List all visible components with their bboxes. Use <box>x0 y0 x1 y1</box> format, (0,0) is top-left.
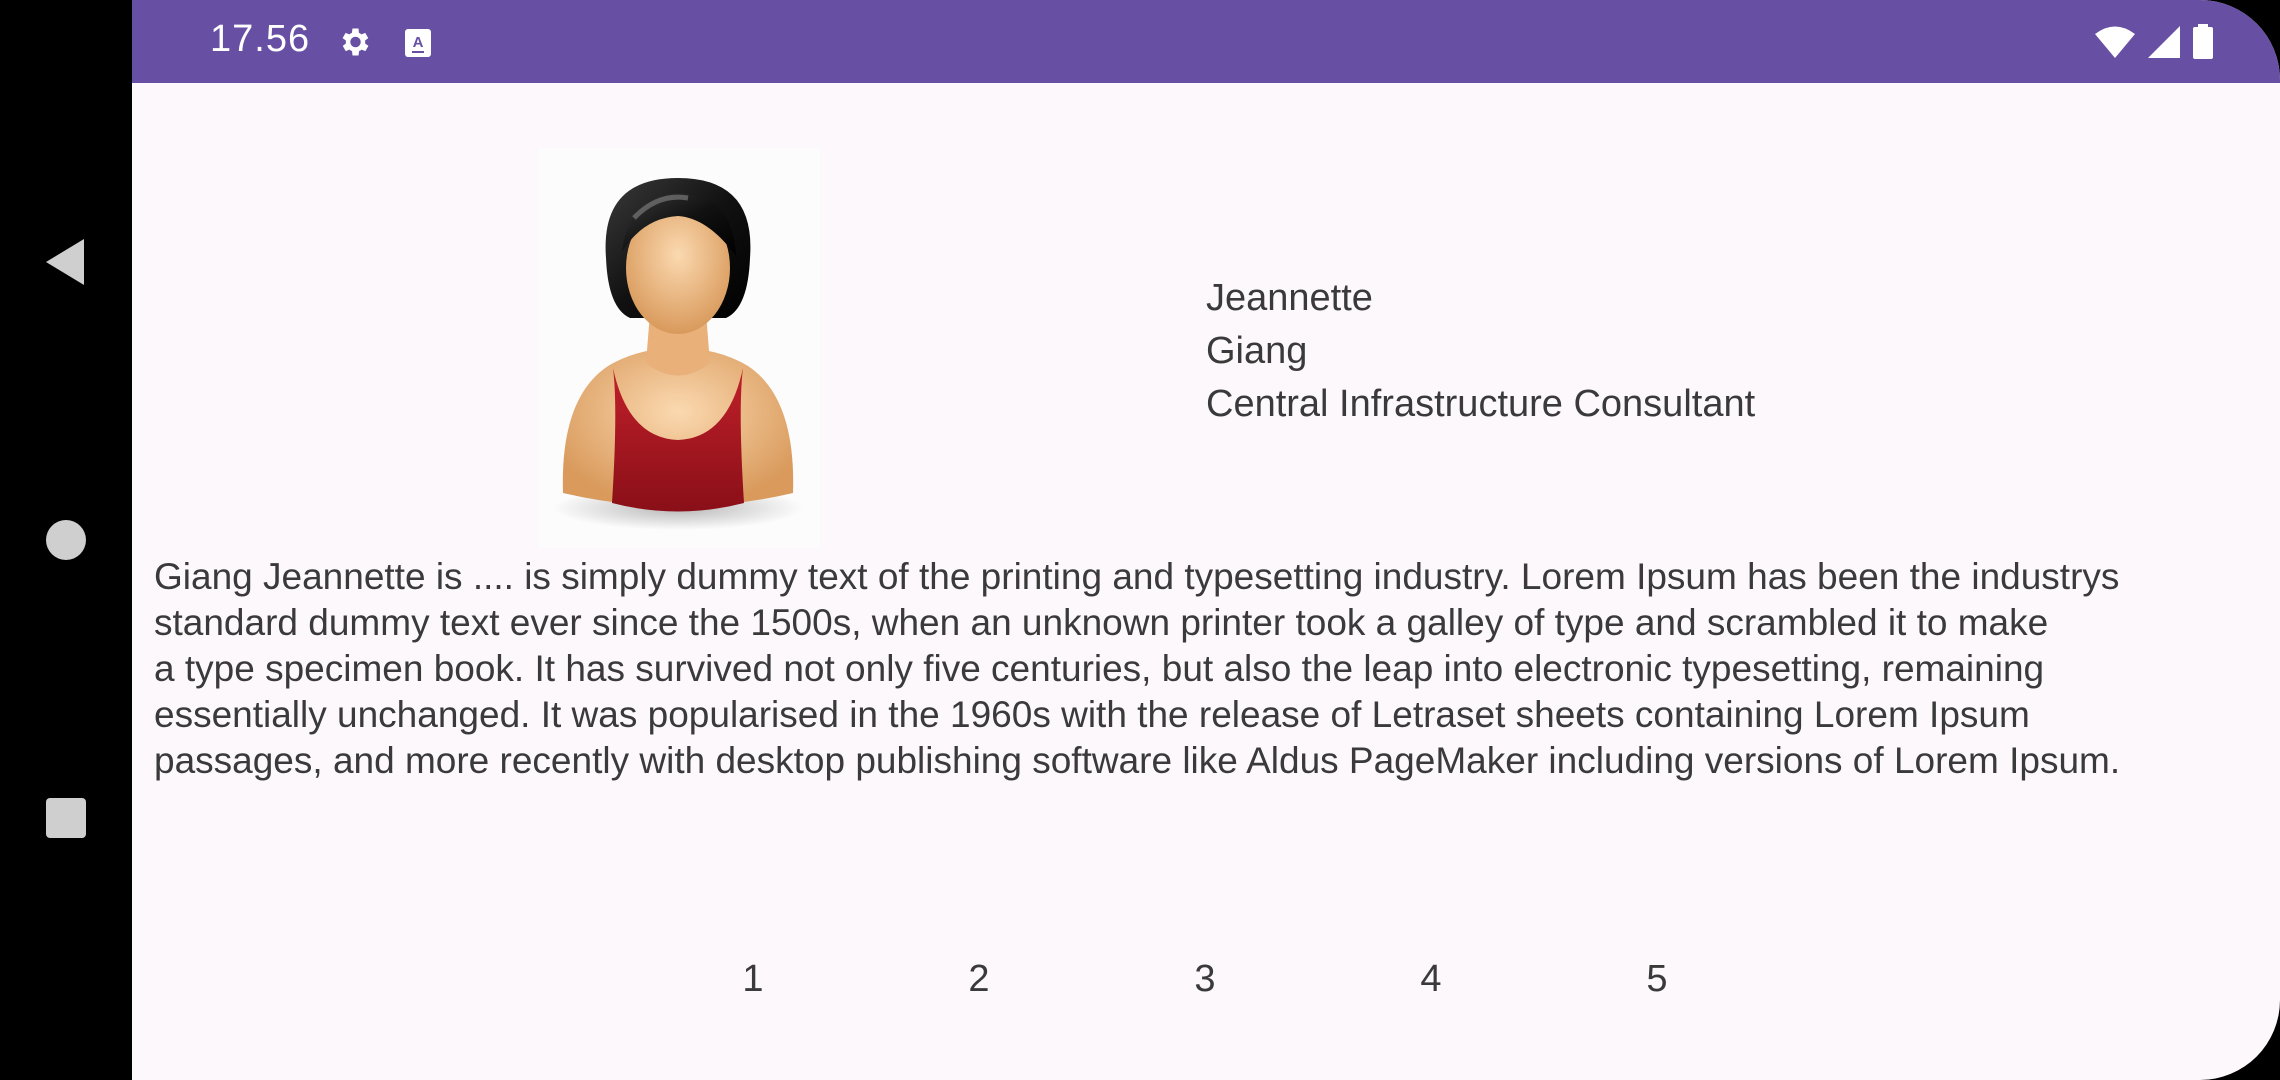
description-line: a type specimen book. It has survived no… <box>154 648 2045 689</box>
page-button-3[interactable]: 3 <box>1175 958 1235 1001</box>
page-button-2[interactable]: 2 <box>949 958 1009 1001</box>
page-button-5[interactable]: 5 <box>1627 958 1687 1001</box>
app-screen: 17.56 A Jeannette Giang Central Infrastr… <box>132 0 2280 1080</box>
signal-icon <box>2148 26 2180 58</box>
battery-icon <box>2193 24 2213 59</box>
gear-icon <box>342 28 369 56</box>
profile-info: Jeannette Giang Central Infrastructure C… <box>1206 272 1755 431</box>
status-bar: 17.56 A <box>132 0 2280 83</box>
wifi-icon <box>2095 26 2135 58</box>
pager: 1 2 3 4 5 <box>132 958 2280 1018</box>
a-icon: A <box>405 29 431 57</box>
user-avatar-icon <box>553 178 803 530</box>
svg-text:A: A <box>413 34 424 51</box>
profile-description: Giang Jeannette is .... is simply dummy … <box>154 554 2274 784</box>
home-button[interactable] <box>36 510 96 570</box>
status-icons <box>2094 24 2214 60</box>
description-line: passages, and more recently with desktop… <box>154 740 2121 781</box>
description-line: essentially unchanged. It was popularise… <box>154 694 2030 735</box>
back-triangle-icon <box>46 239 84 285</box>
job-title: Central Infrastructure Consultant <box>1206 383 1756 425</box>
home-circle-icon <box>46 520 86 560</box>
navigation-bar <box>0 0 132 1080</box>
device-frame: 17.56 A Jeannette Giang Central Infrastr… <box>0 0 2280 1080</box>
page-button-1[interactable]: 1 <box>723 958 783 1001</box>
recents-button[interactable] <box>36 788 96 848</box>
last-name: Giang <box>1206 330 1308 372</box>
first-name: Jeannette <box>1206 277 1373 319</box>
status-time: 17.56 <box>210 18 311 60</box>
description-line: standard dummy text ever since the 1500s… <box>154 602 2049 643</box>
back-button[interactable] <box>36 232 96 292</box>
description-line: Giang Jeannette is .... is simply dummy … <box>154 556 2120 597</box>
page-button-4[interactable]: 4 <box>1401 958 1461 1001</box>
recents-square-icon <box>46 798 86 838</box>
avatar <box>538 148 820 548</box>
